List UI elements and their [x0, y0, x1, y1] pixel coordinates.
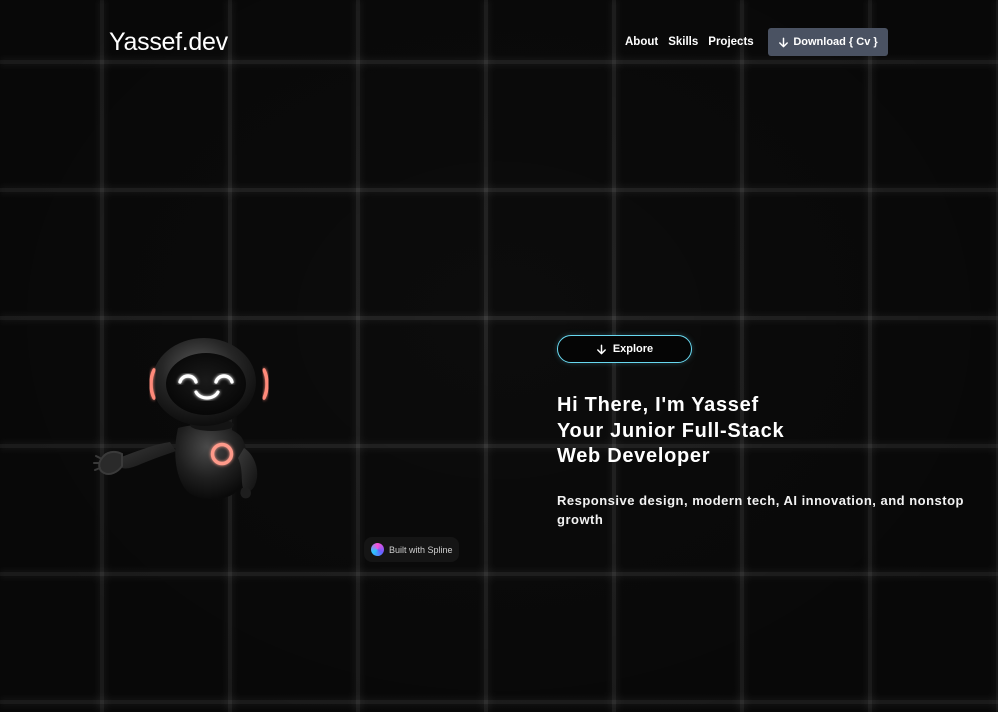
- spline-badge-label: Built with Spline: [389, 544, 453, 555]
- robot-left-arm: [117, 442, 176, 469]
- built-with-spline-badge[interactable]: Built with Spline: [364, 537, 459, 562]
- arrow-down-icon: [779, 37, 789, 47]
- hero-title: Hi There, I'm Yassef Your Junior Full-St…: [557, 393, 784, 470]
- site-header: Yassef.dev About Skills Projects Downloa…: [0, 0, 998, 84]
- page: Yassef.dev About Skills Projects Downloa…: [0, 0, 998, 712]
- site-logo[interactable]: Yassef.dev: [109, 28, 228, 57]
- explore-button[interactable]: Explore: [557, 335, 692, 363]
- robot-right-hand: [240, 488, 251, 499]
- download-cv-label: Download { Cv }: [793, 36, 878, 48]
- robot-body: [175, 424, 247, 500]
- hero-title-line: Web Developer: [557, 445, 711, 467]
- nav-about[interactable]: About: [625, 36, 658, 48]
- hero-title-line: Your Junior Full-Stack: [557, 419, 785, 442]
- nav-skills[interactable]: Skills: [668, 36, 698, 48]
- robot-illustration[interactable]: [92, 330, 282, 515]
- hero-subtitle: Responsive design, modern tech, AI innov…: [557, 493, 964, 527]
- main-nav: About Skills Projects: [625, 36, 754, 48]
- arrow-down-icon: [596, 344, 606, 354]
- spline-logo-icon: [371, 543, 384, 556]
- robot-face: [166, 353, 246, 415]
- download-cv-button[interactable]: Download { Cv }: [768, 28, 888, 56]
- robot-hand: [93, 450, 123, 476]
- nav-projects[interactable]: Projects: [708, 36, 753, 48]
- hero-title-line: Hi There, I'm Yassef: [557, 394, 759, 416]
- explore-label: Explore: [612, 343, 654, 355]
